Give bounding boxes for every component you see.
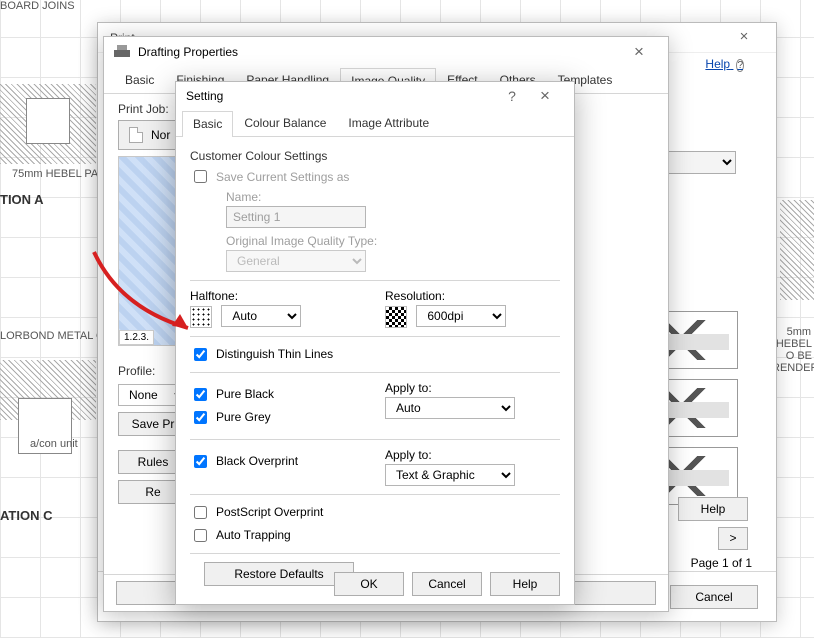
customer-colour-group: Customer Colour Settings <box>190 149 560 163</box>
apply-black-select[interactable]: Auto <box>385 397 515 419</box>
bg-hatch-right <box>780 200 814 300</box>
setting-tabstrip: Basic Colour Balance Image Attribute <box>176 110 574 137</box>
print-job-normal-button[interactable]: Nor <box>118 120 181 150</box>
setting-tab-colour-balance[interactable]: Colour Balance <box>233 110 337 136</box>
document-icon <box>129 127 143 143</box>
setting-help-button[interactable]: ? <box>498 88 526 104</box>
distinguish-thin-lines-label: Distinguish Thin Lines <box>216 347 333 361</box>
setting-name-input <box>226 206 366 228</box>
distinguish-thin-lines-checkbox[interactable] <box>194 348 207 361</box>
save-current-settings-label: Save Current Settings as <box>216 170 349 184</box>
help-link[interactable]: Help ? <box>705 57 744 72</box>
apply-to-label-1: Apply to: <box>385 381 560 395</box>
halftone-select[interactable]: Auto <box>221 305 301 327</box>
setting-tab-basic[interactable]: Basic <box>182 111 233 137</box>
page-counter: Page 1 of 1 <box>691 556 752 570</box>
setting-title: Setting <box>186 89 498 103</box>
bg-label-board: BOARD JOINS <box>0 0 75 12</box>
setting-dialog: Setting ? × Basic Colour Balance Image A… <box>175 81 575 605</box>
print-help-button[interactable]: Help <box>678 497 748 521</box>
black-overprint-checkbox[interactable] <box>194 455 207 468</box>
setting-titlebar: Setting ? × <box>176 82 574 110</box>
tab-basic[interactable]: Basic <box>114 67 165 93</box>
save-current-settings-checkbox[interactable] <box>194 170 207 183</box>
numbering-chip: 1.2.3. <box>119 330 154 345</box>
bg-section-a: TION A <box>0 192 44 207</box>
setting-close-button[interactable]: × <box>526 83 564 109</box>
setting-footer: OK Cancel Help <box>176 564 574 604</box>
original-type-label: Original Image Quality Type: <box>226 234 560 248</box>
auto-trapping-label: Auto Trapping <box>216 528 291 542</box>
normal-label: Nor <box>151 128 170 142</box>
resolution-select[interactable]: 600dpi <box>416 305 506 327</box>
help-label: Help <box>705 57 730 71</box>
setting-help-button2[interactable]: Help <box>490 572 560 596</box>
page-next-button[interactable]: > <box>718 527 748 550</box>
original-type-select: General <box>226 250 366 272</box>
bg-label-hebel-right: 5mm HEBEL P O BE RENDERE <box>772 326 814 374</box>
resolution-label: Resolution: <box>385 289 560 303</box>
postscript-overprint-checkbox[interactable] <box>194 506 207 519</box>
drafting-close-button[interactable]: × <box>620 39 658 65</box>
postscript-overprint-label: PostScript Overprint <box>216 505 323 519</box>
print-cancel-button[interactable]: Cancel <box>670 585 758 609</box>
apply-overprint-select[interactable]: Text & Graphic <box>385 464 515 486</box>
help-icon: ? <box>736 59 744 72</box>
setting-tab-image-attribute[interactable]: Image Attribute <box>337 110 440 136</box>
apply-to-label-2: Apply to: <box>385 448 560 462</box>
drafting-titlebar: Drafting Properties × <box>104 37 668 67</box>
pure-black-checkbox[interactable] <box>194 388 207 401</box>
auto-trapping-checkbox[interactable] <box>194 529 207 542</box>
profile-label: Profile: <box>118 364 155 378</box>
halftone-icon <box>190 306 212 328</box>
drafting-title: Drafting Properties <box>138 45 620 59</box>
bg-label-aircon: a/con unit <box>30 438 78 450</box>
pure-grey-checkbox[interactable] <box>194 411 207 424</box>
printer-icon <box>114 45 130 59</box>
bg-section-c: ATION C <box>0 508 52 523</box>
print-job-label: Print Job: <box>118 102 169 116</box>
halftone-label: Halftone: <box>190 289 365 303</box>
pure-black-label: Pure Black <box>216 387 274 401</box>
setting-ok-button[interactable]: OK <box>334 572 404 596</box>
pure-grey-label: Pure Grey <box>216 410 271 424</box>
black-overprint-label: Black Overprint <box>216 454 298 468</box>
resolution-icon <box>385 306 407 328</box>
name-label: Name: <box>226 190 560 204</box>
setting-cancel-button[interactable]: Cancel <box>412 572 482 596</box>
print-close-button[interactable]: × <box>724 28 764 48</box>
bg-window <box>26 98 70 144</box>
setting-body: Customer Colour Settings Save Current Se… <box>176 137 574 598</box>
